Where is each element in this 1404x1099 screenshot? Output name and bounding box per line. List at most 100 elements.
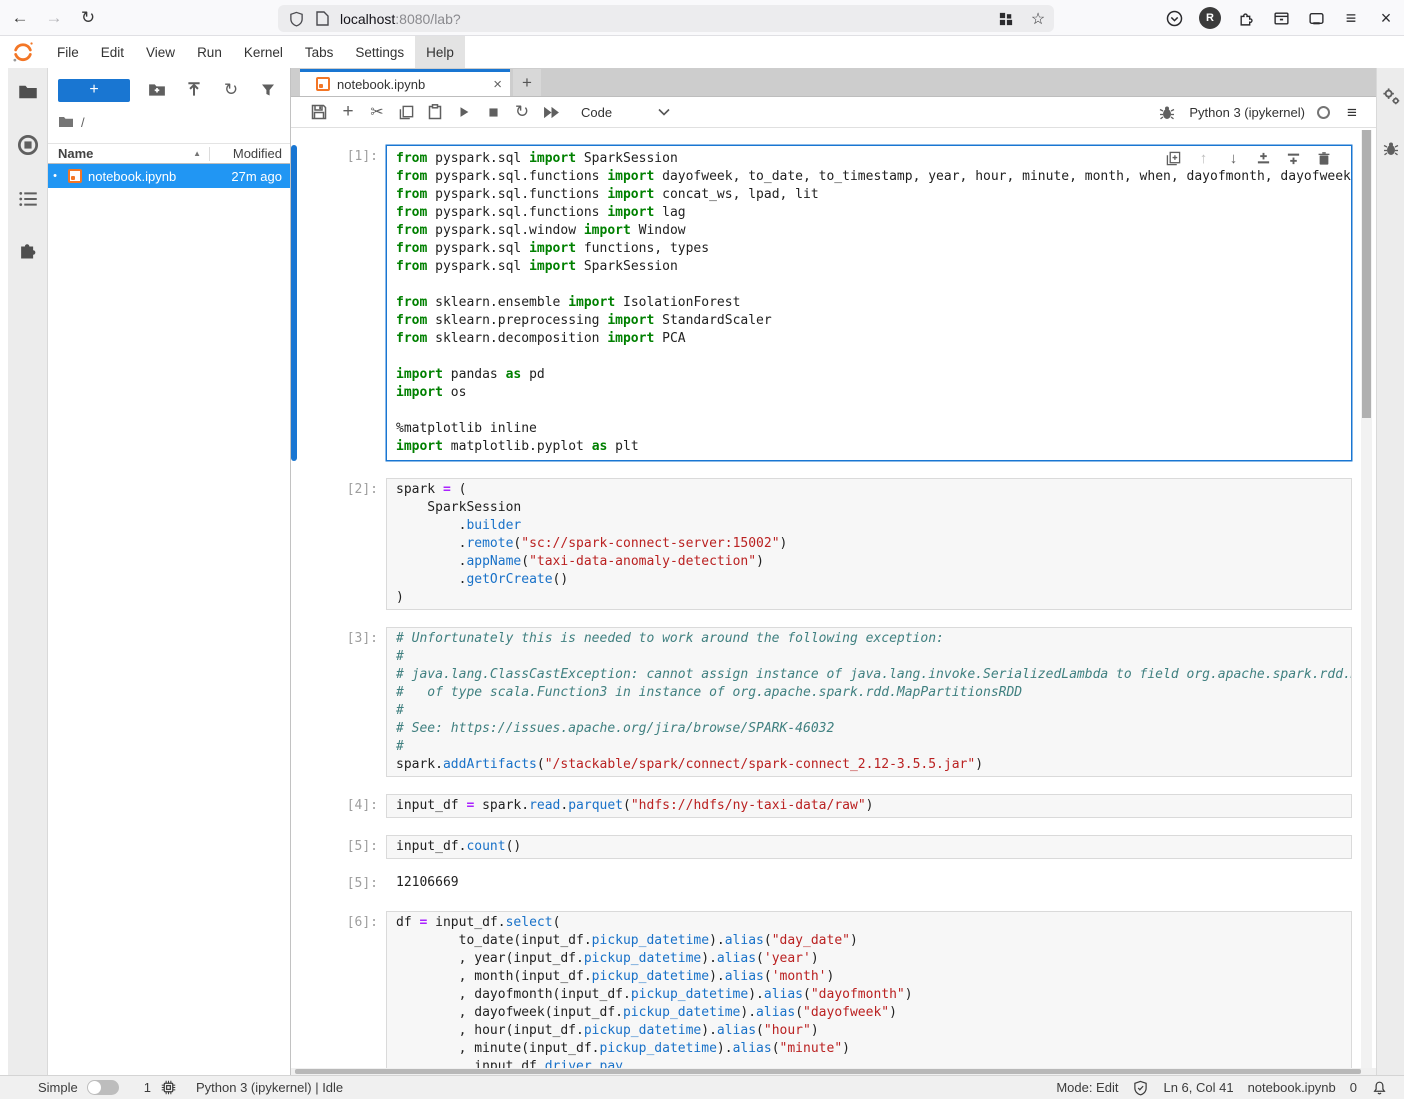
move-cell-up-icon[interactable]: ↑ xyxy=(1195,150,1212,167)
cursor-position[interactable]: Ln 6, Col 41 xyxy=(1163,1080,1233,1095)
simple-mode-toggle[interactable] xyxy=(87,1080,119,1095)
column-header-name[interactable]: Name xyxy=(58,146,193,161)
notification-count[interactable]: 0 xyxy=(1350,1080,1357,1095)
reload-icon[interactable]: ↻ xyxy=(74,4,102,32)
kernel-name[interactable]: Python 3 (ipykernel) xyxy=(1189,105,1305,120)
cell-editor[interactable]: spark = ( SparkSession .builder .remote(… xyxy=(386,478,1352,610)
profile-avatar[interactable]: R xyxy=(1199,7,1221,29)
restart-kernel-icon[interactable]: ↻ xyxy=(512,102,532,122)
sort-ascending-icon[interactable]: ▲ xyxy=(193,149,201,158)
output-area[interactable]: [5]:12106669 xyxy=(316,872,1352,894)
upload-icon[interactable] xyxy=(184,80,204,100)
status-bar: Simple 1 Python 3 (ipykernel) | Idle Mod… xyxy=(0,1075,1404,1099)
archive-icon[interactable] xyxy=(1271,8,1291,28)
horizontal-scrollbar[interactable] xyxy=(291,1068,1376,1075)
kernel-chip-icon[interactable] xyxy=(160,1079,177,1096)
forward-icon[interactable]: → xyxy=(40,4,68,32)
cell-type-value: Code xyxy=(581,105,612,120)
cell-editor[interactable]: input_df = spark.read.parquet("hdfs://hd… xyxy=(386,794,1352,818)
mode-indicator[interactable]: Mode: Edit xyxy=(1056,1080,1118,1095)
filter-icon[interactable] xyxy=(258,80,278,100)
menu-run[interactable]: Run xyxy=(186,36,233,68)
vertical-scrollbar-thumb[interactable] xyxy=(1362,130,1371,418)
menu-file[interactable]: File xyxy=(46,36,90,68)
code-cell[interactable]: [6]:df = input_df.select( to_date(input_… xyxy=(316,911,1352,1075)
property-inspector-gears-icon[interactable] xyxy=(1377,76,1404,116)
extensions-puzzle-icon[interactable] xyxy=(1236,8,1256,28)
menu-hamburger-icon[interactable]: ≡ xyxy=(1341,8,1361,28)
bell-icon[interactable] xyxy=(1371,1079,1388,1096)
save-icon[interactable] xyxy=(309,102,329,122)
copy-cells-icon[interactable] xyxy=(396,102,416,122)
add-cell-icon[interactable]: + xyxy=(338,102,358,122)
cell-editor[interactable]: df = input_df.select( to_date(input_df.p… xyxy=(386,911,1352,1075)
tab-close-icon[interactable]: × xyxy=(493,76,502,93)
delete-cell-trash-icon[interactable] xyxy=(1315,150,1332,167)
menu-help[interactable]: Help xyxy=(415,36,465,68)
debugger-sidebar-bug-icon[interactable] xyxy=(1377,129,1404,169)
code-cell[interactable]: [1]:from pyspark.sql import SparkSession… xyxy=(316,145,1352,461)
code-cell[interactable]: [5]:input_df.count() xyxy=(316,835,1352,859)
menu-settings[interactable]: Settings xyxy=(344,36,415,68)
trusted-shield-icon[interactable] xyxy=(1132,1079,1149,1096)
breadcrumb-root[interactable]: / xyxy=(81,115,85,130)
dock-tab-bar: notebook.ipynb × + xyxy=(291,68,1376,97)
menu-view[interactable]: View xyxy=(135,36,186,68)
status-filename[interactable]: notebook.ipynb xyxy=(1248,1080,1336,1095)
notebook-content[interactable]: [1]:from pyspark.sql import SparkSession… xyxy=(291,128,1376,1075)
window-close-icon[interactable]: × xyxy=(1376,8,1396,28)
execution-prompt: [1]: xyxy=(316,145,386,461)
table-of-contents-icon[interactable] xyxy=(8,179,48,219)
notebook-panel: notebook.ipynb × + + ✂ xyxy=(291,68,1376,1075)
insert-cell-below-icon[interactable] xyxy=(1285,150,1302,167)
tab-notebook[interactable]: notebook.ipynb × xyxy=(300,69,510,96)
code-cell[interactable]: [3]:# Unfortunately this is needed to wo… xyxy=(316,627,1352,777)
url-text[interactable]: localhost:8080/lab? xyxy=(340,11,461,27)
cell-type-dropdown[interactable]: Code xyxy=(581,105,670,120)
extension-manager-puzzle-icon[interactable] xyxy=(8,231,48,271)
code-cell[interactable]: [4]:input_df = spark.read.parquet("hdfs:… xyxy=(316,794,1352,818)
bookmark-star-icon[interactable]: ☆ xyxy=(1028,9,1048,29)
file-row[interactable]: •notebook.ipynb27m ago xyxy=(48,164,290,188)
paste-cells-icon[interactable] xyxy=(425,102,445,122)
file-browser-toolbar: + ↻ xyxy=(48,76,290,104)
horizontal-scrollbar-thumb[interactable] xyxy=(295,1069,1361,1074)
toolbar-menu-hamburger-icon[interactable]: ≡ xyxy=(1342,103,1362,123)
pocket-icon[interactable] xyxy=(1164,8,1184,28)
duplicate-cell-icon[interactable] xyxy=(1165,150,1182,167)
run-cell-icon[interactable] xyxy=(454,102,474,122)
menu-kernel[interactable]: Kernel xyxy=(233,36,294,68)
kernel-status-text[interactable]: Python 3 (ipykernel) | Idle xyxy=(196,1080,343,1095)
new-launcher-button[interactable]: + xyxy=(58,79,130,102)
running-kernels-icon[interactable] xyxy=(8,125,48,165)
kernel-status-icon[interactable] xyxy=(1317,106,1330,119)
interrupt-kernel-icon[interactable] xyxy=(483,102,503,122)
file-browser-tab-folder-icon[interactable] xyxy=(8,72,48,112)
breadcrumb[interactable]: / xyxy=(58,112,85,132)
menu-edit[interactable]: Edit xyxy=(90,36,135,68)
cell-editor[interactable]: from pyspark.sql import SparkSessionfrom… xyxy=(386,145,1352,461)
cell-editor[interactable]: input_df.count() xyxy=(386,835,1352,859)
menu-tabs[interactable]: Tabs xyxy=(294,36,345,68)
right-activity-bar xyxy=(1376,68,1404,1075)
insert-cell-above-icon[interactable] xyxy=(1255,150,1272,167)
move-cell-down-icon[interactable]: ↓ xyxy=(1225,150,1242,167)
grid-icon[interactable] xyxy=(996,9,1016,29)
cut-cells-icon[interactable]: ✂ xyxy=(367,102,387,122)
new-folder-icon[interactable] xyxy=(147,80,167,100)
restart-run-all-icon[interactable] xyxy=(541,102,561,122)
cell-editor[interactable]: # Unfortunately this is needed to work a… xyxy=(386,627,1352,777)
refresh-icon[interactable]: ↻ xyxy=(221,80,241,100)
new-tab-button[interactable]: + xyxy=(513,69,541,96)
window-icon[interactable] xyxy=(1306,8,1326,28)
address-bar[interactable]: localhost:8080/lab? ☆ xyxy=(278,5,1054,32)
vertical-scrollbar[interactable] xyxy=(1361,130,1372,1070)
code-cell[interactable]: [2]:spark = ( SparkSession .builder .rem… xyxy=(316,478,1352,610)
kernel-count[interactable]: 1 xyxy=(144,1080,151,1095)
browser-toolbar: ← → ↻ localhost:8080/lab? ☆ R xyxy=(0,0,1404,36)
back-icon[interactable]: ← xyxy=(6,4,34,32)
debugger-bug-icon[interactable] xyxy=(1157,103,1177,123)
column-header-modified[interactable]: Modified xyxy=(210,146,282,161)
shield-icon[interactable] xyxy=(286,9,306,29)
cell-collapser[interactable] xyxy=(291,145,297,461)
